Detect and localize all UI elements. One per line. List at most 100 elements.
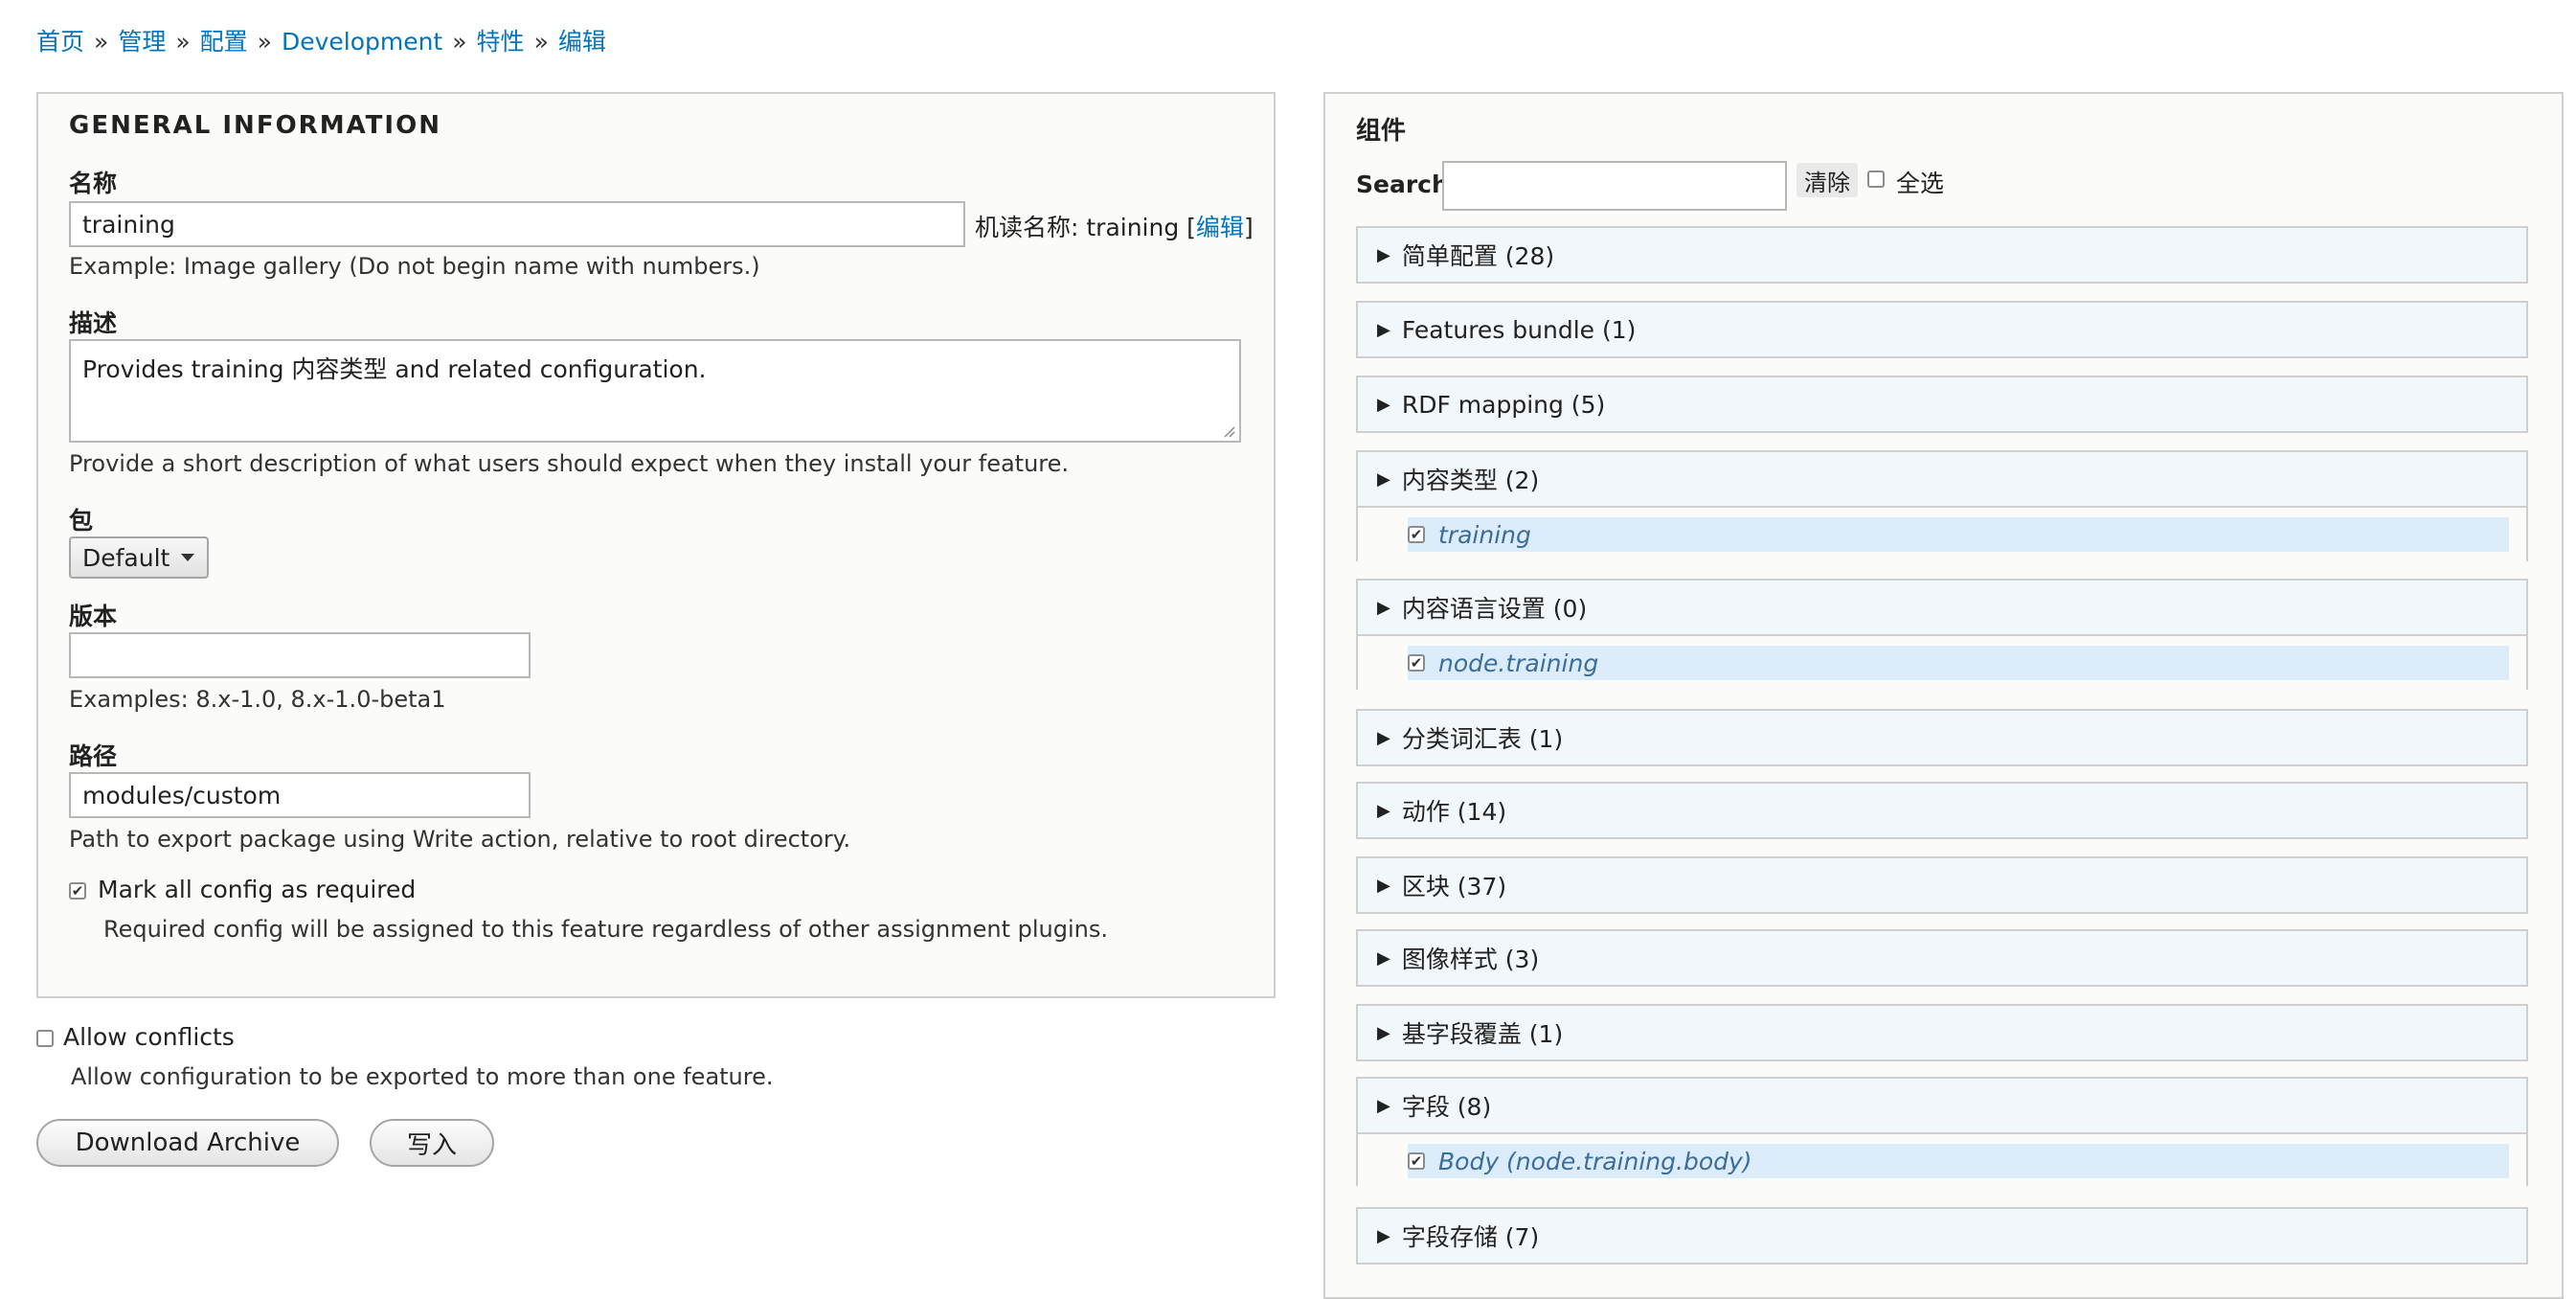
breadcrumb-separator: » — [257, 28, 272, 56]
breadcrumb-admin[interactable]: 管理 — [118, 28, 166, 56]
component-group-toggle[interactable]: ▶ 字段存储 (7) — [1358, 1209, 2526, 1263]
component-group: ▶ 区块 (37) — [1356, 856, 2528, 914]
version-help: Examples: 8.x-1.0, 8.x-1.0-beta1 — [69, 686, 446, 713]
version-input[interactable] — [69, 632, 531, 678]
triangle-right-icon: ▶ — [1377, 875, 1390, 896]
required-help: Required config will be assigned to this… — [103, 916, 1108, 943]
component-group-label: 动作 (14) — [1401, 798, 1507, 826]
component-group-toggle[interactable]: ▶ 字段 (8) — [1358, 1079, 2526, 1132]
write-button[interactable]: 写入 — [370, 1119, 494, 1167]
component-group: ▶ 基字段覆盖 (1) — [1356, 1004, 2528, 1061]
component-group: ▶ RDF mapping (5) — [1356, 376, 2528, 433]
component-group: ▶ 动作 (14) — [1356, 782, 2528, 839]
allow-conflicts-label[interactable]: Allow conflicts — [63, 1023, 235, 1051]
machine-name-edit-link[interactable]: 编辑 — [1196, 214, 1244, 241]
breadcrumb-edit[interactable]: 编辑 — [558, 28, 606, 56]
resize-handle-icon[interactable] — [1222, 424, 1235, 438]
component-group-toggle[interactable]: ▶ 图像样式 (3) — [1358, 931, 2526, 985]
machine-name-suffix: ] — [1243, 214, 1254, 241]
description-value: Provides training 内容类型 and related confi… — [82, 355, 707, 383]
version-label: 版本 — [69, 603, 118, 630]
component-group-toggle[interactable]: ▶ 简单配置 (28) — [1358, 228, 2526, 282]
component-group-label: 区块 (37) — [1401, 873, 1507, 900]
component-group-label: 内容语言设置 (0) — [1401, 595, 1588, 623]
component-item-checkbox[interactable] — [1408, 1152, 1425, 1170]
component-group-toggle[interactable]: ▶ 动作 (14) — [1358, 784, 2526, 837]
component-item[interactable]: node.training — [1408, 646, 2509, 680]
triangle-right-icon: ▶ — [1377, 1095, 1390, 1116]
breadcrumb: 首页 » 管理 » 配置 » Development » 特性 » 编辑 — [36, 23, 606, 57]
triangle-right-icon: ▶ — [1377, 468, 1390, 490]
component-items: Body (node.training.body) — [1358, 1132, 2526, 1188]
required-checkbox[interactable] — [69, 882, 86, 900]
component-group-toggle[interactable]: ▶ 分类词汇表 (1) — [1358, 711, 2526, 764]
breadcrumb-separator: » — [452, 28, 467, 56]
component-group-label: 内容类型 (2) — [1401, 467, 1540, 494]
breadcrumb-features[interactable]: 特性 — [477, 28, 525, 56]
breadcrumb-separator: » — [94, 28, 109, 56]
triangle-right-icon: ▶ — [1377, 394, 1390, 415]
search-input[interactable] — [1442, 161, 1787, 211]
component-group-toggle[interactable]: ▶ 内容类型 (2) — [1358, 452, 2526, 506]
search-label: Search — [1356, 171, 1449, 198]
triangle-right-icon: ▶ — [1377, 1225, 1390, 1246]
chevron-down-icon — [181, 554, 194, 561]
component-group: ▶ 字段 (8) Body (node.training.body) — [1356, 1077, 2528, 1188]
component-group-label: 字段 (8) — [1401, 1093, 1492, 1121]
component-group-label: 基字段覆盖 (1) — [1401, 1020, 1564, 1048]
component-items: training — [1358, 506, 2526, 561]
component-group: ▶ 简单配置 (28) — [1356, 226, 2528, 284]
component-group-toggle[interactable]: ▶ Features bundle (1) — [1358, 303, 2526, 356]
component-group: ▶ 分类词汇表 (1) — [1356, 709, 2528, 766]
select-all-label[interactable]: 全选 — [1896, 165, 1944, 199]
machine-name: 机读名称: training [编辑] — [975, 209, 1254, 243]
breadcrumb-development[interactable]: Development — [282, 28, 442, 56]
components-title: 组件 — [1356, 117, 1407, 146]
clear-button[interactable]: 清除 — [1796, 163, 1858, 197]
component-item-label: node.training — [1438, 649, 1599, 677]
description-help: Provide a short description of what user… — [69, 450, 1070, 477]
path-input[interactable]: modules/custom — [69, 772, 531, 818]
triangle-right-icon: ▶ — [1377, 800, 1390, 821]
triangle-right-icon: ▶ — [1377, 947, 1390, 969]
description-label: 描述 — [69, 309, 118, 337]
allow-conflicts-help: Allow configuration to be exported to mo… — [71, 1063, 774, 1090]
allow-conflicts-checkbox[interactable] — [36, 1030, 54, 1047]
required-label[interactable]: Mark all config as required — [98, 876, 416, 903]
breadcrumb-config[interactable]: 配置 — [200, 28, 248, 56]
component-item-label: training — [1438, 520, 1531, 549]
component-group-label: 字段存储 (7) — [1401, 1223, 1540, 1251]
package-selected-value: Default — [82, 543, 170, 572]
component-group: ▶ 图像样式 (3) — [1356, 929, 2528, 987]
triangle-right-icon: ▶ — [1377, 727, 1390, 748]
path-label: 路径 — [69, 742, 118, 770]
download-archive-button[interactable]: Download Archive — [36, 1119, 339, 1167]
name-label: 名称 — [69, 170, 118, 197]
select-all-checkbox[interactable] — [1867, 171, 1885, 188]
component-item[interactable]: Body (node.training.body) — [1408, 1144, 2509, 1178]
component-item-label: Body (node.training.body) — [1438, 1147, 1752, 1175]
component-group-toggle[interactable]: ▶ RDF mapping (5) — [1358, 377, 2526, 431]
component-group-label: Features bundle (1) — [1401, 315, 1637, 344]
name-input[interactable]: training — [69, 201, 965, 247]
component-group-label: 图像样式 (3) — [1401, 946, 1540, 973]
component-item[interactable]: training — [1408, 517, 2509, 552]
description-textarea[interactable]: Provides training 内容类型 and related confi… — [69, 339, 1241, 443]
component-item-checkbox[interactable] — [1408, 526, 1425, 543]
triangle-right-icon: ▶ — [1377, 319, 1390, 340]
package-select[interactable]: Default — [69, 536, 209, 579]
breadcrumb-separator: » — [175, 28, 191, 56]
component-group-label: 分类词汇表 (1) — [1401, 725, 1564, 753]
breadcrumb-home[interactable]: 首页 — [36, 28, 84, 56]
component-group: ▶ 字段存储 (7) — [1356, 1207, 2528, 1265]
component-group: ▶ Features bundle (1) — [1356, 301, 2528, 358]
component-group-label: RDF mapping (5) — [1401, 390, 1606, 419]
machine-name-prefix: 机读名称: training [ — [975, 214, 1196, 241]
component-group-toggle[interactable]: ▶ 基字段覆盖 (1) — [1358, 1006, 2526, 1060]
component-group-toggle[interactable]: ▶ 区块 (37) — [1358, 858, 2526, 912]
component-group-toggle[interactable]: ▶ 内容语言设置 (0) — [1358, 581, 2526, 634]
package-label: 包 — [69, 507, 94, 535]
triangle-right-icon: ▶ — [1377, 1022, 1390, 1043]
component-item-checkbox[interactable] — [1408, 654, 1425, 672]
path-help: Path to export package using Write actio… — [69, 826, 851, 853]
